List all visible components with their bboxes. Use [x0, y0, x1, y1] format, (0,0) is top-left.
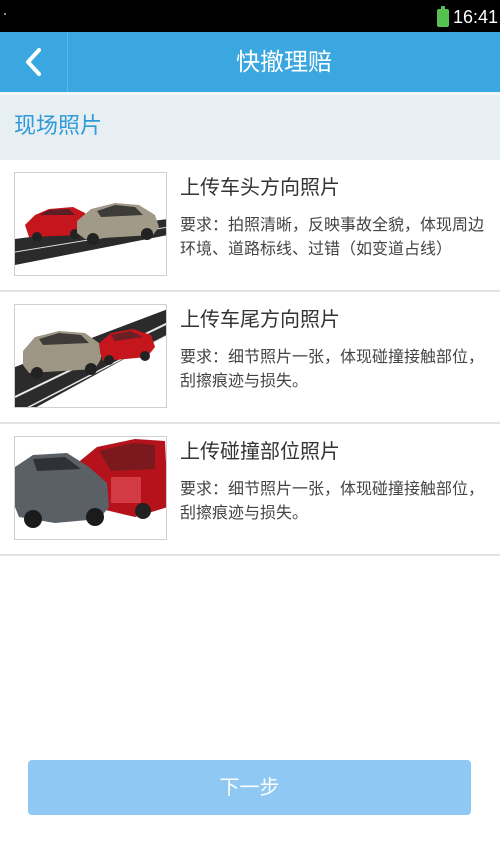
- item-description: 要求：细节照片一张，体现碰撞接触部位，刮擦痕迹与损失。: [180, 479, 485, 522]
- app-bar: 快撤理赔: [0, 32, 500, 92]
- section-header: 现场照片: [0, 92, 500, 160]
- status-bar: 16:41: [0, 0, 500, 32]
- item-title: 上传碰撞部位照片: [180, 439, 340, 463]
- upload-rear-photo-item[interactable]: 上传车尾方向照片 要求：细节照片一张，体现碰撞接触部位，刮擦痕迹与损失。: [0, 292, 500, 424]
- chevron-left-icon: [25, 48, 41, 76]
- item-title: 上传车头方向照片: [180, 175, 340, 199]
- rear-collision-photo: [14, 304, 167, 408]
- upload-front-photo-item[interactable]: 上传车头方向照片 要求：拍照清晰，反映事故全貌，体现周边环境、道路标线、过错（如…: [0, 160, 500, 292]
- back-button[interactable]: [0, 32, 68, 92]
- front-collision-photo: [14, 172, 167, 276]
- impact-detail-photo: [14, 436, 167, 540]
- status-time: 16:41: [453, 7, 499, 27]
- photo-upload-list: 上传车头方向照片 要求：拍照清晰，反映事故全貌，体现周边环境、道路标线、过错（如…: [0, 160, 500, 556]
- battery-icon: [437, 6, 449, 27]
- item-description: 要求：拍照清晰，反映事故全貌，体现周边环境、道路标线、过错（如变道占线）: [180, 215, 485, 258]
- section-title: 现场照片: [14, 114, 103, 139]
- item-description: 要求：细节照片一张，体现碰撞接触部位，刮擦痕迹与损失。: [180, 347, 485, 390]
- page-title: 快撤理赔: [236, 48, 332, 76]
- item-title: 上传车尾方向照片: [180, 307, 340, 331]
- next-step-button[interactable]: 下一步: [28, 760, 471, 815]
- notification-dot: [4, 13, 6, 15]
- upload-impact-photo-item[interactable]: 上传碰撞部位照片 要求：细节照片一张，体现碰撞接触部位，刮擦痕迹与损失。: [0, 424, 500, 556]
